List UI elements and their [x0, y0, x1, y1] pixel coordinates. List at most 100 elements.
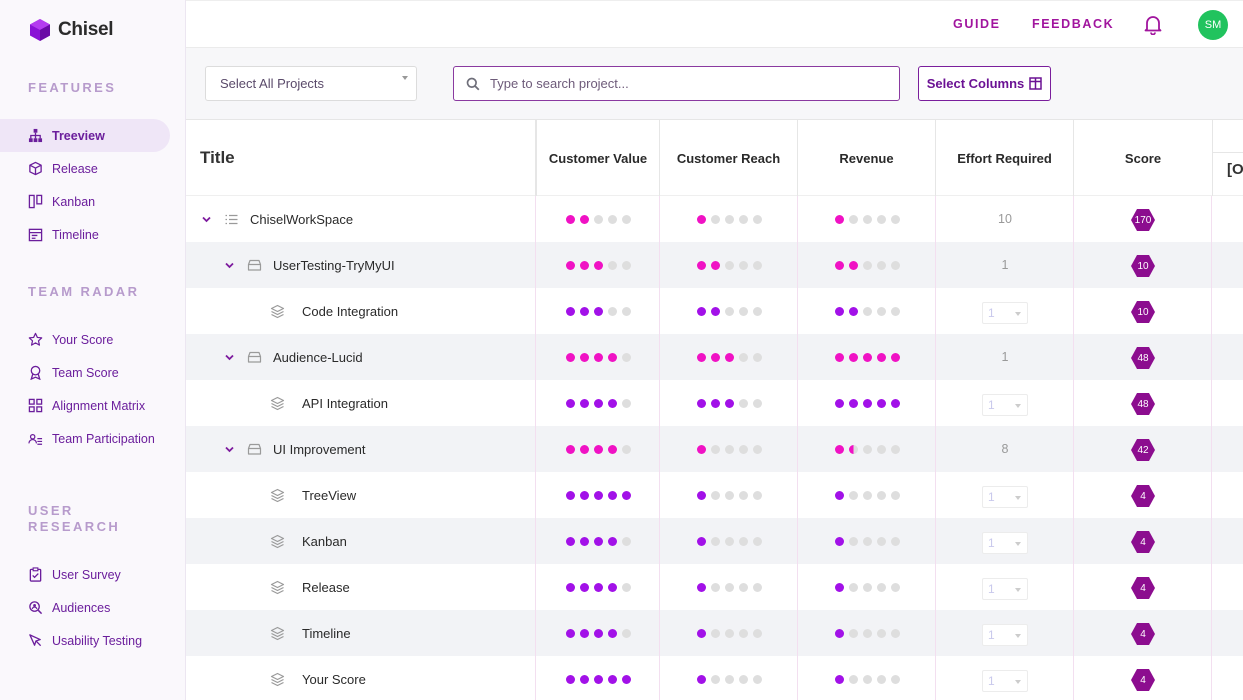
- row-title[interactable]: Timeline: [302, 626, 351, 641]
- effort-select[interactable]: 1: [982, 578, 1028, 600]
- row-title[interactable]: Code Integration: [302, 304, 398, 319]
- rating-dots-revenue[interactable]: [832, 214, 902, 224]
- sidebar-item-kanban[interactable]: Kanban: [0, 185, 170, 218]
- sidebar-item-alignment-matrix[interactable]: Alignment Matrix: [0, 389, 170, 422]
- sidebar-item-label: Your Score: [52, 332, 114, 347]
- rating-dots-revenue[interactable]: [832, 444, 902, 454]
- sidebar-item-audiences[interactable]: Audiences: [0, 591, 170, 624]
- rating-dots-revenue[interactable]: [832, 490, 902, 500]
- rating-dots-customer-reach[interactable]: [694, 306, 764, 316]
- table-row[interactable]: Kanban 1 4: [186, 518, 1243, 564]
- sidebar-item-treeview[interactable]: Treeview: [0, 119, 170, 152]
- bell-icon[interactable]: [1142, 13, 1164, 36]
- rating-dots-revenue[interactable]: [832, 306, 902, 316]
- row-title[interactable]: TreeView: [302, 488, 356, 503]
- rating-dots-customer-reach[interactable]: [694, 582, 764, 592]
- rating-dots-customer-value[interactable]: [563, 398, 633, 408]
- rating-dots-revenue[interactable]: [832, 260, 902, 270]
- table-row[interactable]: Code Integration 1 10: [186, 288, 1243, 334]
- chevron-down-icon[interactable]: [201, 214, 212, 225]
- column-header-title[interactable]: Title: [186, 120, 536, 196]
- row-title[interactable]: UI Improvement: [273, 442, 365, 457]
- rating-dot: [862, 674, 872, 684]
- sidebar-item-team-participation[interactable]: Team Participation: [0, 430, 170, 464]
- rating-dots-customer-value[interactable]: [563, 306, 633, 316]
- column-header-score[interactable]: Score: [1074, 120, 1212, 196]
- chevron-down-icon[interactable]: [224, 444, 235, 455]
- row-title[interactable]: API Integration: [302, 396, 388, 411]
- sidebar-item-label: Team Participation: [52, 432, 155, 446]
- rating-dots-customer-value[interactable]: [563, 490, 633, 500]
- customer-reach-cell: [660, 426, 798, 472]
- row-title[interactable]: Kanban: [302, 534, 347, 549]
- rating-dot: [579, 260, 589, 270]
- sidebar-item-user-survey[interactable]: User Survey: [0, 558, 170, 591]
- rating-dot: [738, 628, 748, 638]
- effort-select[interactable]: 1: [982, 532, 1028, 554]
- table-row[interactable]: Release 1 4: [186, 564, 1243, 610]
- row-title[interactable]: UserTesting-TryMyUI: [273, 258, 395, 273]
- rating-dots-customer-reach[interactable]: [694, 490, 764, 500]
- sidebar-item-release[interactable]: Release: [0, 152, 170, 185]
- row-title[interactable]: Audience-Lucid: [273, 350, 363, 365]
- rating-dots-revenue[interactable]: [832, 628, 902, 638]
- rating-dots-customer-value[interactable]: [563, 582, 633, 592]
- rating-dots-customer-reach[interactable]: [694, 674, 764, 684]
- table-row[interactable]: Your Score 1 4: [186, 656, 1243, 700]
- chevron-down-icon[interactable]: [224, 352, 235, 363]
- column-header-customer-value[interactable]: Customer Value: [536, 120, 660, 196]
- select-columns-button[interactable]: Select Columns: [918, 66, 1051, 101]
- table-row[interactable]: Audience-Lucid 1 48: [186, 334, 1243, 380]
- score-value: 4: [1140, 536, 1146, 548]
- chevron-down-icon[interactable]: [224, 260, 235, 271]
- table-row[interactable]: ChiselWorkSpace 10 170: [186, 196, 1243, 242]
- search-input[interactable]: [490, 76, 870, 91]
- table-row[interactable]: API Integration 1 48: [186, 380, 1243, 426]
- table-row[interactable]: UserTesting-TryMyUI 1 10: [186, 242, 1243, 288]
- rating-dots-customer-value[interactable]: [563, 444, 633, 454]
- rating-dots-customer-reach[interactable]: [694, 536, 764, 546]
- rating-dots-customer-value[interactable]: [563, 214, 633, 224]
- row-title[interactable]: Your Score: [302, 672, 366, 687]
- column-header-revenue[interactable]: Revenue: [798, 120, 936, 196]
- rating-dots-revenue[interactable]: [832, 582, 902, 592]
- sidebar-item-usability-testing[interactable]: Usability Testing: [0, 624, 170, 657]
- sidebar-item-your-score[interactable]: Your Score: [0, 323, 170, 356]
- column-header-customer-reach[interactable]: Customer Reach: [660, 120, 798, 196]
- rating-dots-customer-value[interactable]: [563, 536, 633, 546]
- table-row[interactable]: UI Improvement 8 42: [186, 426, 1243, 472]
- rating-dots-revenue[interactable]: [832, 674, 902, 684]
- rating-dots-customer-reach[interactable]: [694, 352, 764, 362]
- avatar[interactable]: SM: [1198, 10, 1228, 40]
- effort-select[interactable]: 1: [982, 624, 1028, 646]
- rating-dots-revenue[interactable]: [832, 398, 902, 408]
- rating-dots-customer-value[interactable]: [563, 674, 633, 684]
- sidebar-item-timeline[interactable]: Timeline: [0, 218, 170, 251]
- rating-dots-customer-reach[interactable]: [694, 398, 764, 408]
- rating-dots-customer-reach[interactable]: [694, 628, 764, 638]
- rating-dots-customer-value[interactable]: [563, 260, 633, 270]
- feedback-link[interactable]: FEEDBACK: [1032, 17, 1114, 31]
- project-select-value: Select All Projects: [220, 76, 325, 91]
- rating-dots-customer-value[interactable]: [563, 628, 633, 638]
- row-title[interactable]: ChiselWorkSpace: [250, 212, 353, 227]
- rating-dots-customer-reach[interactable]: [694, 260, 764, 270]
- column-header-effort-required[interactable]: Effort Required: [936, 120, 1074, 196]
- search-box[interactable]: [453, 66, 900, 101]
- table-row[interactable]: TreeView 1 4: [186, 472, 1243, 518]
- rating-dots-revenue[interactable]: [832, 352, 902, 362]
- row-title[interactable]: Release: [302, 580, 350, 595]
- guide-link[interactable]: GUIDE: [953, 17, 1001, 31]
- rating-dots-customer-reach[interactable]: [694, 214, 764, 224]
- rating-dots-revenue[interactable]: [832, 536, 902, 546]
- rating-dots-customer-reach[interactable]: [694, 444, 764, 454]
- rating-dots-customer-value[interactable]: [563, 352, 633, 362]
- effort-select[interactable]: 1: [982, 670, 1028, 692]
- project-select[interactable]: Select All Projects: [205, 66, 417, 101]
- effort-select[interactable]: 1: [982, 302, 1028, 324]
- sidebar-item-team-score[interactable]: Team Score: [0, 356, 170, 389]
- logo[interactable]: Chisel: [28, 18, 114, 42]
- table-row[interactable]: Timeline 1 4: [186, 610, 1243, 656]
- effort-select[interactable]: 1: [982, 394, 1028, 416]
- effort-select[interactable]: 1: [982, 486, 1028, 508]
